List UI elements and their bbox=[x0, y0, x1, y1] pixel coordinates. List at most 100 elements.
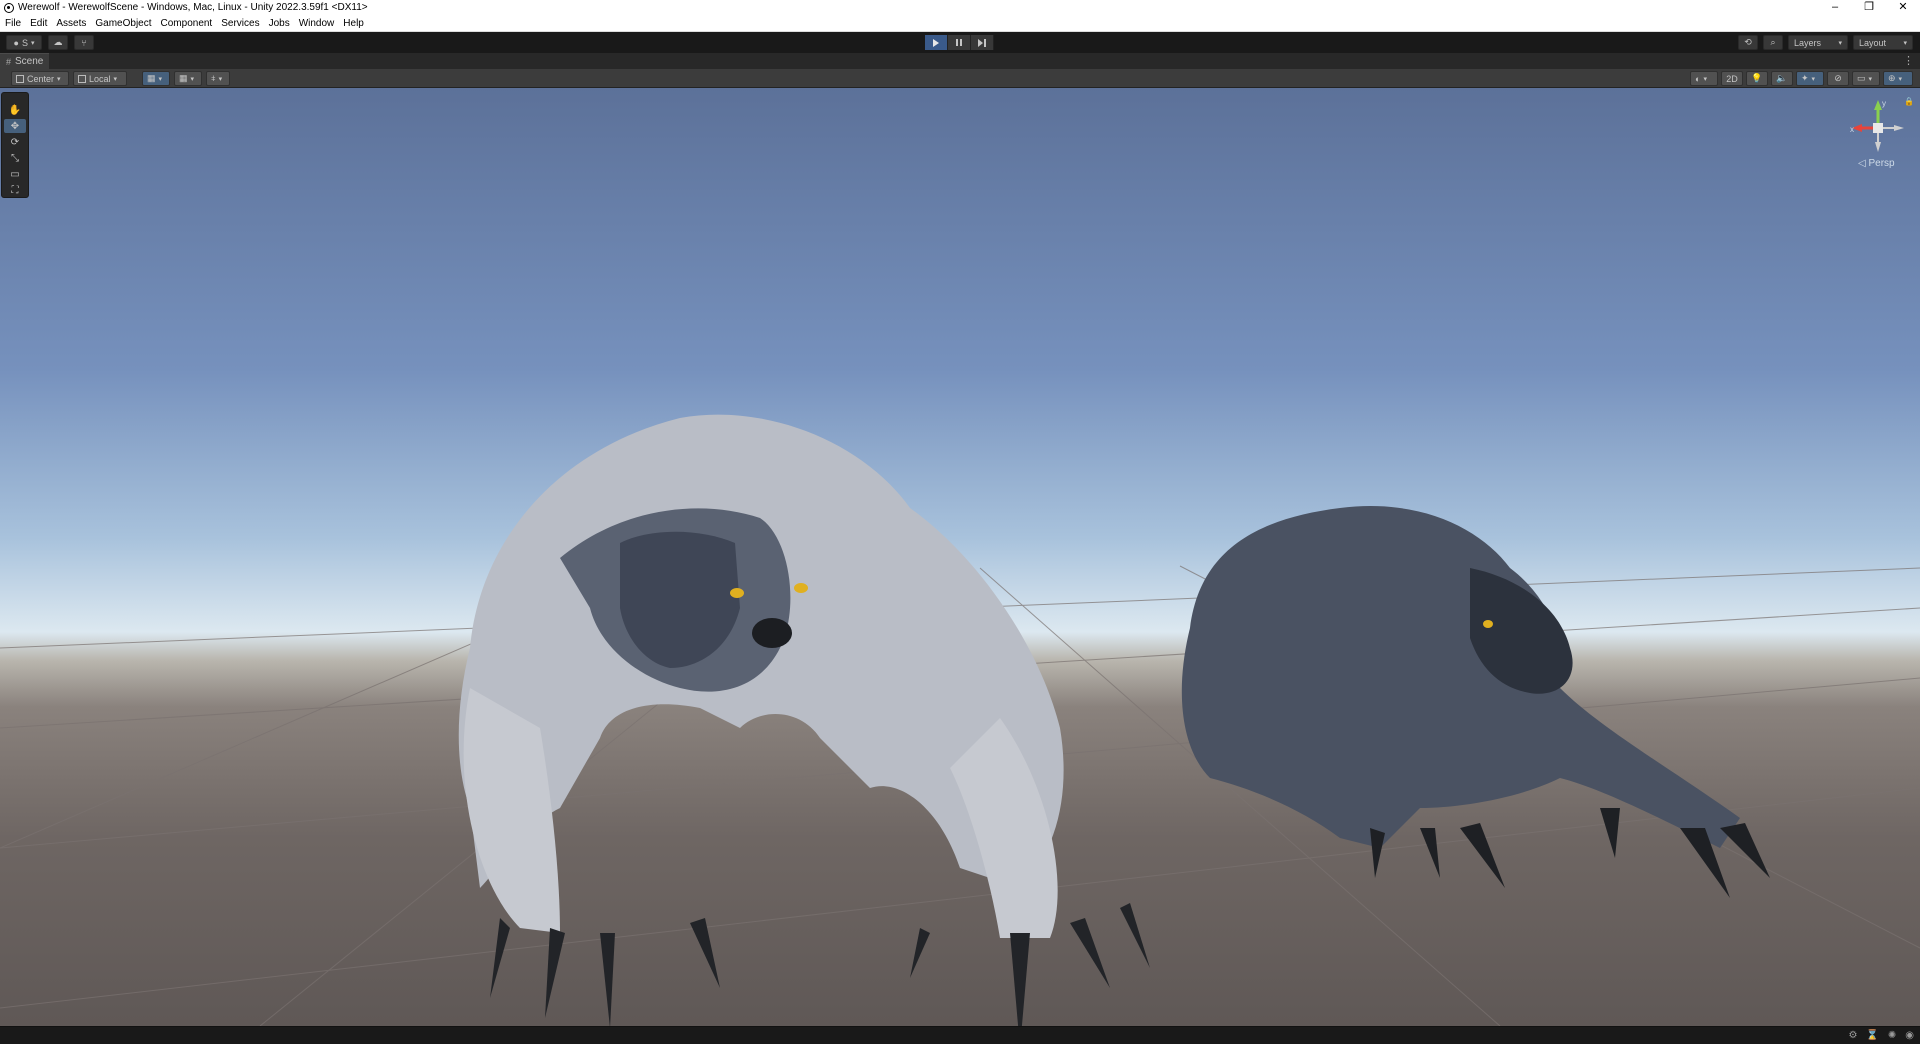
tab-scene-label: Scene bbox=[15, 56, 44, 67]
menu-window[interactable]: Window bbox=[299, 18, 335, 29]
rect-tool-icon[interactable]: ▭ bbox=[4, 167, 26, 181]
shading-icon: ◐ bbox=[1695, 73, 1701, 84]
progress-icon[interactable]: ⌛ bbox=[1866, 1030, 1878, 1041]
scene-icon: # bbox=[6, 56, 12, 67]
gizmo-center-cube[interactable] bbox=[1873, 123, 1883, 133]
main-toolbar: ● S ▾ ☁ ⑂ ⟲ ⌕ Layers ▾ Layout ▾ bbox=[0, 32, 1920, 53]
y-axis-cone[interactable] bbox=[1874, 100, 1882, 110]
cloud-button[interactable]: ☁ bbox=[48, 35, 68, 50]
grid-icon: ▦ bbox=[147, 73, 156, 83]
step-icon bbox=[978, 38, 986, 47]
debug-icon[interactable]: ⚙ bbox=[1848, 1030, 1857, 1041]
mode-2d-label: 2D bbox=[1726, 73, 1738, 84]
gizmo-y-label: y bbox=[1882, 99, 1886, 108]
history-icon: ⟲ bbox=[1744, 37, 1752, 47]
hidden-objects-toggle[interactable]: ⊘ bbox=[1827, 71, 1849, 86]
grid-snapping-dropdown[interactable]: ▦ ▾ bbox=[174, 71, 202, 86]
light-bulb-icon: 💡 bbox=[1751, 73, 1763, 83]
status-bar: ⚙ ⌛ ✺ ◉ bbox=[0, 1026, 1920, 1044]
grid-visibility-dropdown[interactable]: ▦ ▾ bbox=[142, 71, 170, 86]
snap-increment-icon: ⧧ bbox=[211, 73, 216, 83]
chevron-down-icon: ▾ bbox=[113, 75, 118, 83]
tab-scene[interactable]: # Scene bbox=[0, 53, 50, 69]
pivot-rotation-dropdown[interactable]: Local ▾ bbox=[73, 71, 127, 86]
window-title: Werewolf - WerewolfScene - Windows, Mac,… bbox=[18, 2, 368, 13]
menu-edit[interactable]: Edit bbox=[30, 18, 47, 29]
move-tool-icon[interactable]: ✥ bbox=[4, 119, 26, 133]
werewolf-model-side[interactable] bbox=[1181, 506, 1770, 898]
minimize-button[interactable]: – bbox=[1818, 0, 1852, 15]
menu-file[interactable]: File bbox=[5, 18, 21, 29]
layout-label: Layout bbox=[1859, 37, 1887, 48]
effects-dropdown[interactable]: ✦ ▾ bbox=[1796, 71, 1824, 86]
eye-slash-icon: ⊘ bbox=[1834, 73, 1842, 83]
gizmo-x-label: x bbox=[1850, 125, 1854, 134]
gizmos-dropdown[interactable]: ⊕ ▾ bbox=[1883, 71, 1913, 86]
version-control-button[interactable]: ⑂ bbox=[74, 35, 94, 50]
unity-logo-icon bbox=[4, 2, 14, 13]
toggle-2d-button[interactable]: 2D bbox=[1721, 71, 1743, 86]
auto-generate-lighting-icon[interactable]: ✺ bbox=[1888, 1030, 1896, 1041]
playmode-controls bbox=[925, 35, 994, 50]
space-label: Local bbox=[89, 73, 111, 84]
more-options-icon[interactable]: ⋮ bbox=[1903, 53, 1914, 69]
search-icon: ⌕ bbox=[1770, 37, 1776, 47]
lock-icon[interactable]: 🔒 bbox=[1904, 97, 1912, 106]
menu-gameobject[interactable]: GameObject bbox=[95, 18, 151, 29]
speaker-icon: 🔈 bbox=[1776, 73, 1788, 83]
notifications-icon[interactable]: ◉ bbox=[1905, 1030, 1914, 1041]
scene-render bbox=[0, 414, 1920, 1026]
window-controls: – ❐ ✕ bbox=[1818, 0, 1920, 15]
pause-button[interactable] bbox=[948, 35, 971, 50]
branch-icon: ⑂ bbox=[81, 37, 87, 48]
layers-dropdown[interactable]: Layers ▾ bbox=[1788, 35, 1848, 50]
maximize-button[interactable]: ❐ bbox=[1852, 0, 1886, 15]
effects-icon: ✦ bbox=[1801, 73, 1809, 83]
account-label: S bbox=[21, 37, 28, 48]
undo-history-button[interactable]: ⟲ bbox=[1738, 35, 1758, 50]
menu-bar: File Edit Assets GameObject Component Se… bbox=[0, 15, 1920, 32]
snap-grid-icon: ▦ bbox=[179, 73, 188, 83]
persp-label[interactable]: ◁ Persp bbox=[1858, 158, 1895, 169]
chevron-down-icon: ▾ bbox=[1903, 39, 1907, 47]
scene-viewport[interactable] bbox=[0, 88, 1920, 1026]
transform-tool-icon[interactable]: ⛶ bbox=[4, 183, 26, 197]
step-button[interactable] bbox=[971, 35, 994, 50]
layers-label: Layers bbox=[1794, 37, 1822, 48]
gizmos-icon: ⊕ bbox=[1888, 73, 1896, 83]
play-icon bbox=[933, 38, 939, 47]
pause-icon bbox=[956, 39, 962, 46]
pivot-mode-dropdown[interactable]: Center ▾ bbox=[11, 71, 69, 86]
account-dropdown[interactable]: ● S ▾ bbox=[6, 35, 42, 50]
scene-tab-bar: # Scene ⋮ bbox=[0, 53, 1920, 69]
hand-tool-icon[interactable]: ✋ bbox=[4, 103, 26, 117]
chevron-down-icon: ▾ bbox=[1838, 39, 1842, 47]
close-button[interactable]: ✕ bbox=[1886, 0, 1920, 15]
chevron-down-icon: ▾ bbox=[57, 75, 61, 83]
camera-settings-dropdown[interactable]: ▭ ▾ bbox=[1852, 71, 1880, 86]
account-icon: ● bbox=[13, 37, 19, 48]
menu-help[interactable]: Help bbox=[343, 18, 364, 29]
search-button[interactable]: ⌕ bbox=[1763, 35, 1783, 50]
chevron-down-icon: ▾ bbox=[30, 39, 35, 47]
menu-component[interactable]: Component bbox=[161, 18, 213, 29]
lighting-toggle[interactable]: 💡 bbox=[1746, 71, 1768, 86]
scene-view-toolbar: Center ▾ Local ▾ ▦ ▾ ▦ ▾ ⧧ ▾ ◐ ▾ 2D 💡 🔈 ✦ ▾ ⊘… bbox=[0, 69, 1920, 88]
audio-toggle[interactable]: 🔈 bbox=[1771, 71, 1793, 86]
layout-dropdown[interactable]: Layout ▾ bbox=[1853, 35, 1913, 50]
cube-icon bbox=[78, 74, 86, 83]
draw-mode-dropdown[interactable]: ◐ ▾ bbox=[1690, 71, 1718, 86]
pivot-icon bbox=[16, 74, 24, 83]
title-bar: Werewolf - WerewolfScene - Windows, Mac,… bbox=[0, 0, 1920, 15]
cloud-icon: ☁ bbox=[53, 37, 63, 47]
menu-services[interactable]: Services bbox=[221, 18, 259, 29]
play-button[interactable] bbox=[925, 35, 948, 50]
increment-snap-dropdown[interactable]: ⧧ ▾ bbox=[206, 71, 230, 86]
werewolf-model-front[interactable] bbox=[458, 414, 1150, 1026]
pivot-label: Center bbox=[27, 73, 55, 84]
menu-jobs[interactable]: Jobs bbox=[269, 18, 290, 29]
tool-palette: ✋ ✥ ⟳ ⤡ ▭ ⛶ bbox=[1, 92, 29, 198]
scale-tool-icon[interactable]: ⤡ bbox=[4, 151, 26, 165]
menu-assets[interactable]: Assets bbox=[56, 18, 86, 29]
rotate-tool-icon[interactable]: ⟳ bbox=[4, 135, 26, 149]
